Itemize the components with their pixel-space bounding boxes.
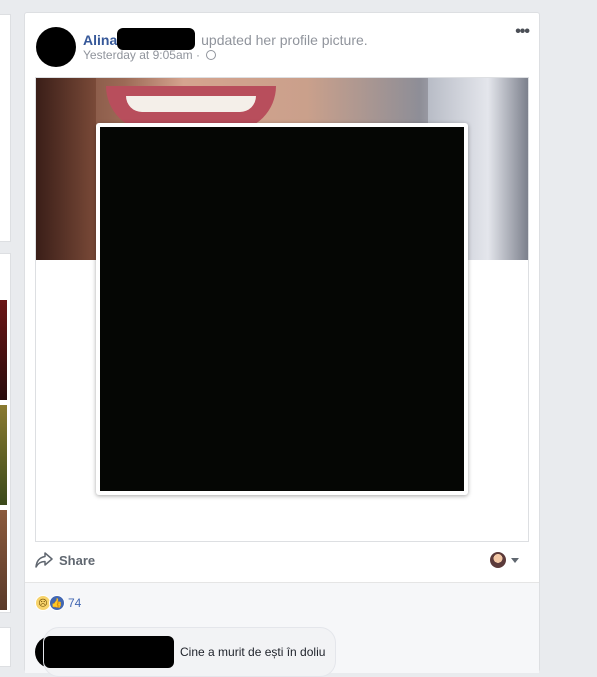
globe-icon[interactable] — [206, 50, 217, 60]
comment: Cine a murit de ești în doliu — [35, 627, 337, 677]
comment-bubble: Cine a murit de ești în doliu — [43, 627, 337, 677]
meta-separator: · — [192, 48, 204, 62]
reaction-count[interactable]: 74 — [68, 596, 81, 610]
redacted-commenter-name — [44, 636, 174, 668]
profile-update-media[interactable] — [35, 77, 529, 542]
cover-hair — [36, 78, 96, 260]
like-reaction-icon: 👍 — [49, 595, 65, 611]
share-button[interactable]: Share — [35, 552, 95, 568]
profile-picture-image — [100, 127, 464, 491]
author-avatar[interactable] — [36, 27, 76, 67]
comment-text: Cine a murit de ești în doliu — [180, 645, 326, 659]
reactions-summary[interactable]: ☹ 👍 74 — [35, 595, 81, 611]
profile-picture[interactable] — [96, 123, 468, 495]
post-footer: ☹ 👍 74 Cine a murit de ești în doliu — [25, 582, 539, 677]
post-meta: Yesterday at 9:05am · — [83, 48, 217, 62]
photo-thumbnail[interactable] — [0, 405, 7, 505]
author-name[interactable]: Alina — [83, 32, 117, 48]
post-as-selector[interactable] — [490, 552, 519, 568]
post-actions: Share — [35, 550, 529, 574]
share-icon — [35, 552, 53, 568]
ellipsis-icon: ••• — [515, 23, 530, 40]
chevron-down-icon — [511, 557, 519, 563]
feed-post: Alina updated her profile picture. Yeste… — [24, 12, 540, 677]
left-card — [0, 14, 11, 242]
photo-thumbnail[interactable] — [0, 510, 7, 610]
photo-thumbnail[interactable] — [0, 300, 7, 400]
post-header: Alina updated her profile picture. — [83, 28, 368, 50]
user-avatar — [490, 552, 506, 568]
post-timestamp[interactable]: Yesterday at 9:05am — [83, 48, 193, 62]
post-action-text: updated her profile picture. — [197, 32, 368, 48]
share-label: Share — [59, 552, 96, 568]
more-options-button[interactable]: ••• — [515, 23, 530, 41]
redacted-name — [117, 28, 196, 50]
left-column — [0, 0, 12, 667]
cover-teeth — [126, 96, 256, 112]
left-card — [0, 627, 11, 667]
